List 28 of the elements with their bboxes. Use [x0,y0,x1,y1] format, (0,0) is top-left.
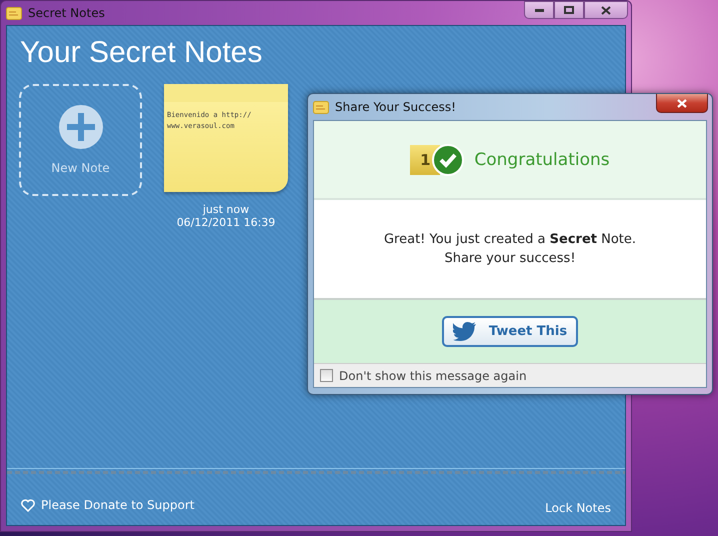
close-icon [677,98,687,108]
new-note-button[interactable]: New Note [19,84,142,196]
congratulations-heading: Congratulations [474,150,610,170]
dialog-title: Share Your Success! [335,100,456,114]
lock-notes-link[interactable]: Lock Notes [545,501,611,515]
note-app-icon [6,6,22,20]
maximize-button[interactable] [554,1,584,19]
message-text: Great! You just created a Secret Note. [384,232,636,247]
note-date: 06/12/2011 16:39 [176,216,276,229]
close-button[interactable] [584,1,628,19]
window-title: Secret Notes [28,6,105,20]
checkbox-label: Don't show this message again [339,368,527,382]
note-app-icon [313,100,329,114]
minimize-button[interactable] [524,1,554,19]
tweet-button[interactable]: Tweet This [442,316,578,347]
checkbox[interactable] [320,369,333,382]
plus-circle-icon [58,105,102,149]
heart-icon [21,498,35,512]
donate-link[interactable]: Please Donate to Support [41,498,194,512]
maximize-icon [564,6,574,14]
checkmark-icon [432,144,464,176]
message-text: Share your success! [444,251,576,266]
bird-icon [452,322,477,341]
note-time: just now [202,203,250,216]
minimize-icon [534,8,544,12]
close-button[interactable] [656,94,708,113]
page-heading: Your Secret Notes [20,36,262,70]
close-icon [601,6,611,14]
